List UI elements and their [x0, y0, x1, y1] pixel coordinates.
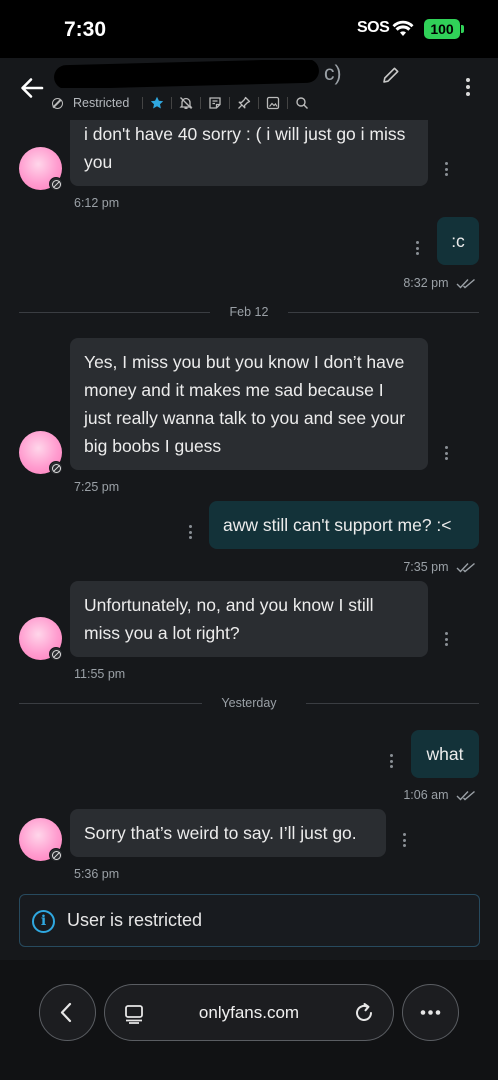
outgoing-message-bubble[interactable]: aww still can't support me? :<	[209, 501, 479, 549]
browser-menu-button[interactable]	[402, 984, 459, 1041]
message-text: Sorry that’s weird to say. I’ll just go.	[84, 823, 357, 843]
info-icon: i	[32, 910, 55, 933]
more-options-icon[interactable]	[466, 78, 474, 99]
restricted-badge-icon	[49, 647, 63, 661]
divider	[229, 97, 231, 109]
address-bar[interactable]: onlyfans.com	[104, 984, 394, 1041]
note-icon[interactable]	[208, 96, 222, 110]
message-text: Yes, I miss you but you know I don’t hav…	[84, 352, 406, 456]
more-horizontal-icon	[420, 1009, 440, 1015]
edit-pencil-icon[interactable]	[382, 66, 400, 84]
back-arrow-icon[interactable]	[18, 74, 46, 102]
message-timestamp: 5:36 pm	[74, 867, 120, 881]
search-icon[interactable]	[295, 96, 309, 110]
incoming-message-bubble[interactable]: i don't have 40 sorry : ( i will just go…	[70, 120, 428, 186]
contact-avatar[interactable]	[19, 617, 63, 661]
message-text: Unfortunately, no, and you know I still …	[84, 595, 374, 643]
media-gallery-icon[interactable]	[266, 96, 280, 110]
pin-icon[interactable]	[237, 96, 251, 110]
browser-toolbar: onlyfans.com	[0, 960, 498, 1080]
contact-avatar[interactable]	[19, 147, 63, 191]
incoming-message-bubble[interactable]: Sorry that’s weird to say. I’ll just go.	[70, 809, 386, 857]
outgoing-message-bubble[interactable]: what	[411, 730, 479, 778]
message-list[interactable]: i don't have 40 sorry : ( i will just go…	[0, 120, 498, 960]
divider	[287, 97, 289, 109]
chat-header: c) Restricted	[0, 58, 498, 120]
reload-icon[interactable]	[352, 1001, 376, 1025]
restricted-notice: i User is restricted	[19, 894, 480, 947]
divider	[200, 97, 202, 109]
sos-indicator: SOS	[357, 19, 390, 36]
date-divider: Yesterday	[19, 696, 479, 710]
contact-avatar[interactable]	[19, 431, 63, 475]
restricted-icon	[52, 97, 63, 109]
divider	[142, 97, 144, 109]
contact-avatar[interactable]	[19, 818, 63, 862]
read-receipt-icon	[456, 279, 475, 289]
message-text: what	[426, 744, 464, 764]
divider	[171, 97, 173, 109]
restricted-notice-text: User is restricted	[67, 910, 203, 930]
message-timestamp: 8:32 pm	[403, 276, 449, 290]
message-text: :c	[451, 231, 465, 251]
incoming-message-bubble[interactable]: Unfortunately, no, and you know I still …	[70, 581, 428, 657]
message-timestamp: 7:25 pm	[74, 480, 120, 494]
read-receipt-icon	[456, 791, 475, 801]
date-divider: Feb 12	[19, 305, 479, 319]
header-toolbar: Restricted	[52, 94, 309, 112]
contact-name-suffix: c)	[324, 62, 342, 85]
restricted-badge-icon	[49, 177, 63, 191]
message-options-icon[interactable]	[445, 632, 449, 649]
message-timestamp: 11:55 pm	[74, 667, 126, 681]
message-text: i don't have 40 sorry : ( i will just go…	[84, 124, 406, 172]
redaction-mark	[54, 60, 320, 88]
divider	[258, 97, 260, 109]
message-timestamp-row: 1:06 am	[360, 788, 476, 802]
message-timestamp-row: 8:32 pm	[360, 276, 476, 290]
outgoing-message-bubble[interactable]: :c	[437, 217, 479, 265]
restricted-badge-icon	[49, 848, 63, 862]
restricted-badge-icon	[49, 461, 63, 475]
message-options-icon[interactable]	[403, 833, 407, 850]
contact-name-redacted[interactable]	[54, 60, 324, 88]
clock: 7:30	[64, 18, 107, 41]
message-timestamp: 7:35 pm	[403, 560, 449, 574]
message-options-icon[interactable]	[416, 241, 420, 258]
restricted-label: Restricted	[73, 96, 130, 110]
message-options-icon[interactable]	[445, 446, 449, 463]
wifi-icon	[392, 20, 414, 36]
message-options-icon[interactable]	[390, 754, 394, 771]
battery-indicator: 100	[424, 19, 464, 39]
message-timestamp: 6:12 pm	[74, 196, 120, 210]
message-timestamp-row: 7:35 pm	[360, 560, 476, 574]
read-receipt-icon	[456, 563, 475, 573]
mute-bell-icon[interactable]	[179, 96, 193, 110]
browser-back-button[interactable]	[39, 984, 96, 1041]
favorite-star-icon[interactable]	[150, 96, 164, 110]
incoming-message-bubble[interactable]: Yes, I miss you but you know I don’t hav…	[70, 338, 428, 470]
message-text: aww still can't support me? :<	[223, 515, 452, 535]
message-options-icon[interactable]	[189, 525, 193, 542]
message-options-icon[interactable]	[445, 162, 449, 179]
status-bar: 7:30 SOS 100	[0, 0, 498, 58]
url-text: onlyfans.com	[198, 1003, 300, 1022]
message-timestamp: 1:06 am	[403, 788, 449, 802]
chevron-left-icon	[60, 1002, 71, 1022]
